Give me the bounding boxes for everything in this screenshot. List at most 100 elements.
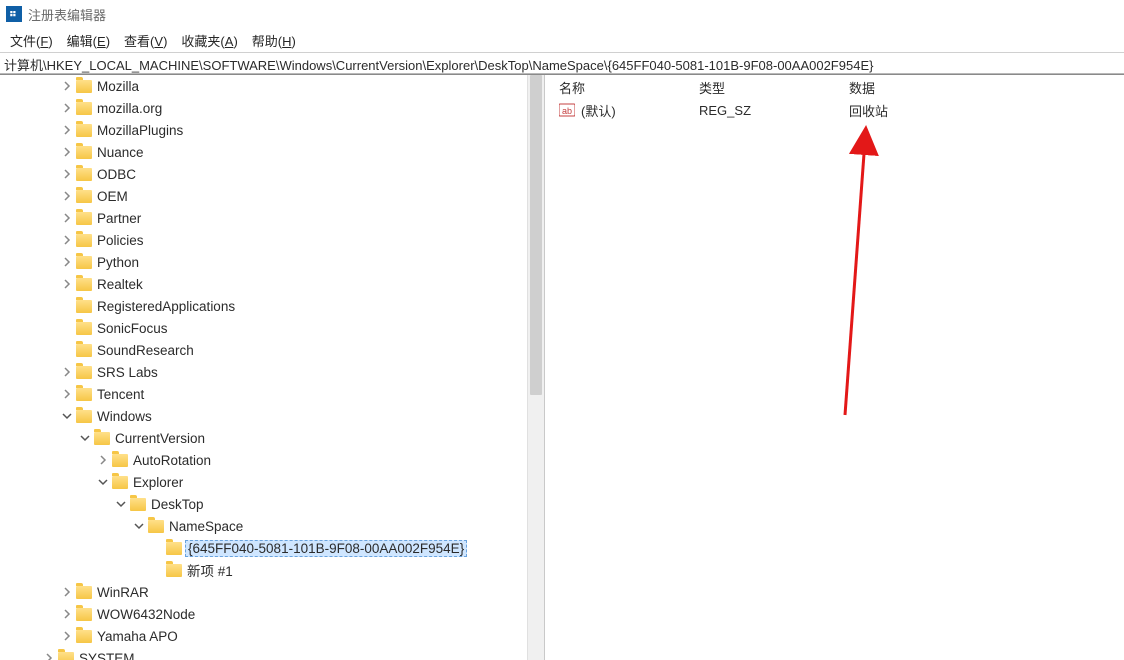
chevron-right-icon[interactable] <box>60 629 74 643</box>
tree-item[interactable]: Policies <box>6 229 524 251</box>
folder-icon <box>76 80 92 93</box>
folder-icon <box>58 652 74 660</box>
value-name: (默认) <box>581 101 616 120</box>
tree-item[interactable]: MozillaPlugins <box>6 119 524 141</box>
tree-item[interactable]: {645FF040-5081-101B-9F08-00AA002F954E} <box>6 537 524 559</box>
tree-item[interactable]: ODBC <box>6 163 524 185</box>
folder-icon <box>76 146 92 159</box>
tree-item[interactable]: Windows <box>6 405 524 427</box>
tree-item-label: Tencent <box>97 387 144 402</box>
tree[interactable]: Mozilla mozilla.org MozillaPlugins Nuance OD… <box>6 75 524 660</box>
folder-icon <box>76 256 92 269</box>
vertical-scrollbar[interactable] <box>527 75 544 660</box>
chevron-right-icon[interactable] <box>42 651 56 660</box>
tree-item[interactable]: Realtek <box>6 273 524 295</box>
tree-item[interactable]: Partner <box>6 207 524 229</box>
titlebar: 注册表编辑器 <box>0 0 1124 28</box>
folder-icon <box>76 322 92 335</box>
chevron-right-icon[interactable] <box>60 211 74 225</box>
list-header: 名称 类型 数据 <box>545 75 1124 99</box>
value-type: REG_SZ <box>699 103 849 118</box>
menu-help[interactable]: 帮助(H) <box>252 31 296 50</box>
tree-item[interactable]: SRS Labs <box>6 361 524 383</box>
tree-item-label: SRS Labs <box>97 365 158 380</box>
tree-item[interactable]: Yamaha APO <box>6 625 524 647</box>
window-title: 注册表编辑器 <box>28 5 106 24</box>
tree-item[interactable]: WOW6432Node <box>6 603 524 625</box>
chevron-right-icon[interactable] <box>60 277 74 291</box>
tree-item-label: ODBC <box>97 167 136 182</box>
folder-icon <box>76 168 92 181</box>
header-name[interactable]: 名称 <box>559 78 699 97</box>
folder-icon <box>76 124 92 137</box>
chevron-right-icon[interactable] <box>60 387 74 401</box>
list-row[interactable]: ab (默认) REG_SZ 回收站 <box>545 99 1124 121</box>
tree-item[interactable]: DeskTop <box>6 493 524 515</box>
folder-icon <box>166 564 182 577</box>
tree-item[interactable]: OEM <box>6 185 524 207</box>
chevron-right-icon[interactable] <box>60 607 74 621</box>
tree-item[interactable]: Tencent <box>6 383 524 405</box>
tree-item[interactable]: 新项 #1 <box>6 559 524 581</box>
tree-item[interactable]: SoundResearch <box>6 339 524 361</box>
chevron-right-icon[interactable] <box>96 453 110 467</box>
tree-item[interactable]: NameSpace <box>6 515 524 537</box>
folder-icon <box>76 278 92 291</box>
header-type[interactable]: 类型 <box>699 78 849 97</box>
chevron-down-icon[interactable] <box>132 519 146 533</box>
tree-item-label: RegisteredApplications <box>97 299 235 314</box>
tree-item[interactable]: WinRAR <box>6 581 524 603</box>
menu-view[interactable]: 查看(V) <box>124 31 167 50</box>
tree-item-label: SoundResearch <box>97 343 194 358</box>
chevron-right-icon[interactable] <box>60 233 74 247</box>
chevron-right-icon[interactable] <box>60 189 74 203</box>
menu-favorites[interactable]: 收藏夹(A) <box>181 31 237 50</box>
svg-text:ab: ab <box>562 106 572 116</box>
tree-item-label: Explorer <box>133 475 183 490</box>
chevron-right-icon[interactable] <box>60 255 74 269</box>
tree-item-label: SYSTEM <box>79 651 135 660</box>
folder-icon <box>76 410 92 423</box>
folder-icon <box>148 520 164 533</box>
scrollbar-thumb[interactable] <box>530 75 542 395</box>
tree-item-label: mozilla.org <box>97 101 162 116</box>
chevron-down-icon[interactable] <box>96 475 110 489</box>
tree-item-label: Nuance <box>97 145 144 160</box>
tree-item[interactable]: SonicFocus <box>6 317 524 339</box>
chevron-right-icon[interactable] <box>60 167 74 181</box>
values-pane: 名称 类型 数据 ab (默认) REG_SZ 回收站 <box>545 75 1124 660</box>
chevron-down-icon[interactable] <box>60 409 74 423</box>
tree-item[interactable]: Python <box>6 251 524 273</box>
chevron-right-icon[interactable] <box>60 365 74 379</box>
tree-item[interactable]: SYSTEM <box>6 647 524 660</box>
annotation-arrow <box>545 75 1124 660</box>
tree-item[interactable]: Mozilla <box>6 75 524 97</box>
folder-icon <box>76 190 92 203</box>
folder-icon <box>76 388 92 401</box>
menu-edit[interactable]: 编辑(E) <box>67 31 110 50</box>
tree-item-label: Partner <box>97 211 141 226</box>
tree-item-label: DeskTop <box>151 497 204 512</box>
chevron-down-icon[interactable] <box>78 431 92 445</box>
tree-item[interactable]: CurrentVersion <box>6 427 524 449</box>
address-bar[interactable]: 计算机\HKEY_LOCAL_MACHINE\SOFTWARE\Windows\… <box>0 52 1124 74</box>
tree-item-label: 新项 #1 <box>187 564 233 579</box>
chevron-right-icon[interactable] <box>60 101 74 115</box>
tree-item[interactable]: Nuance <box>6 141 524 163</box>
tree-item-label: NameSpace <box>169 519 243 534</box>
string-value-icon: ab <box>559 102 575 118</box>
tree-item[interactable]: Explorer <box>6 471 524 493</box>
tree-item[interactable]: RegisteredApplications <box>6 295 524 317</box>
tree-item[interactable]: mozilla.org <box>6 97 524 119</box>
chevron-right-icon[interactable] <box>60 123 74 137</box>
folder-icon <box>76 300 92 313</box>
folder-icon <box>112 476 128 489</box>
header-data[interactable]: 数据 <box>849 78 1124 97</box>
chevron-right-icon[interactable] <box>60 585 74 599</box>
chevron-right-icon[interactable] <box>60 145 74 159</box>
tree-item[interactable]: AutoRotation <box>6 449 524 471</box>
chevron-down-icon[interactable] <box>114 497 128 511</box>
menu-file[interactable]: 文件(F) <box>10 31 53 50</box>
chevron-right-icon[interactable] <box>60 79 74 93</box>
folder-icon <box>94 432 110 445</box>
